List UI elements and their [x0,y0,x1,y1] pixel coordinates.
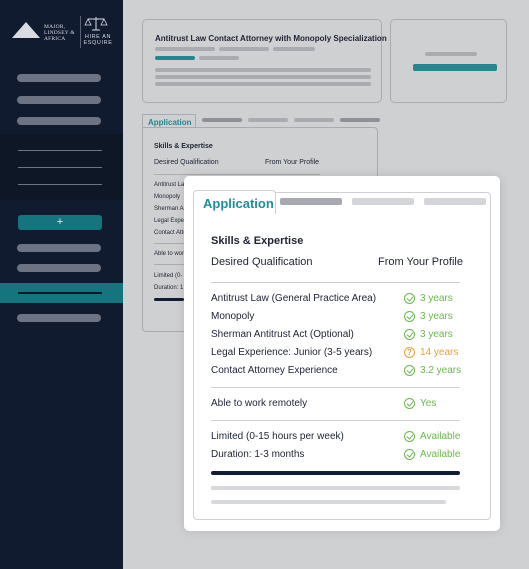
placeholder-line [155,75,371,79]
sidebar: MAJOR, LINDSEY & AFRICA HIRE AN ESQUIRE … [0,0,123,569]
sidebar-subitem-1[interactable] [18,150,102,151]
bg-tab-3[interactable] [248,118,288,122]
placeholder-line [273,47,315,51]
sidebar-subitem-3[interactable] [18,184,102,185]
sidebar-item-5[interactable] [17,264,101,272]
check-circle-icon [404,431,415,442]
background-tabs: Application [142,114,380,128]
add-button[interactable]: + [18,215,102,230]
sidebar-submenu [0,134,123,200]
skill-label: Monopoly [211,311,255,322]
question-circle-icon: ? [404,347,415,358]
bg-col-profile: From Your Profile [265,159,320,166]
skill-value-text: 3 years [420,293,453,304]
section-title: Skills & Expertise [211,235,304,247]
availability-value: Available [404,431,460,442]
bg-row: Contact Atto [154,230,187,236]
skill-value-text: 3 years [420,329,453,340]
firm-name: MAJOR, LINDSEY & AFRICA [44,24,75,42]
skill-label: Sherman Antitrust Act (Optional) [211,329,354,340]
bg-tab-application[interactable]: Application [142,114,196,128]
remote-value-text: Yes [420,398,437,409]
skill-value-text: 3 years [420,311,453,322]
placeholder-line [211,500,446,504]
bg-row: Able to wor [154,251,185,257]
col-from-your-profile: From Your Profile [378,256,463,268]
skill-value: ? 14 years [404,347,458,358]
skill-label: Antitrust Law (General Practice Area) [211,293,377,304]
placeholder-line [211,486,460,490]
placeholder-line [155,82,371,86]
application-modal: Application Skills & Expertise Desired Q… [184,176,500,531]
bg-col-desired: Desired Qualification [154,159,219,166]
bg-tab-5[interactable] [340,118,380,122]
bg-row: Limited (0- [154,273,183,279]
scales-of-justice-icon [84,17,108,31]
bg-divider [154,174,320,175]
availability-label: Limited (0-15 hours per week) [211,431,344,442]
skill-label: Legal Experience: Junior (3-5 years) [211,347,373,358]
progress-bar [211,471,460,475]
placeholder-line [155,68,371,72]
sidebar-item-active[interactable] [0,283,123,303]
check-circle-icon [404,329,415,340]
header-divider [211,282,460,283]
placeholder-line [199,56,239,60]
remote-label: Able to work remotely [211,398,308,409]
sidebar-item-6[interactable] [17,314,101,322]
job-tag [155,56,195,60]
placeholder-line [155,47,215,51]
skill-value: 3 years [404,293,453,304]
bg-row: Sherman Ac [154,206,187,212]
brand-logo[interactable]: MAJOR, LINDSEY & AFRICA HIRE AN ESQUIRE [12,14,112,50]
job-card[interactable]: Antitrust Law Contact Attorney with Mono… [142,19,387,103]
check-circle-icon [404,398,415,409]
apply-card [390,19,507,103]
section-divider [211,420,460,421]
bg-row: Duration: 1 [154,285,184,291]
section-divider [211,387,460,388]
apply-button[interactable] [413,64,497,71]
skill-value: 3 years [404,311,453,322]
bg-tab-4[interactable] [294,118,334,122]
check-circle-icon [404,365,415,376]
remote-value: Yes [404,398,436,409]
skill-value-text: 14 years [420,347,459,358]
availability-label: Duration: 1-3 months [211,449,305,460]
check-circle-icon [404,449,415,460]
check-circle-icon [404,311,415,322]
job-title: Antitrust Law Contact Attorney with Mono… [155,34,387,43]
tab-application[interactable]: Application [193,190,276,214]
bg-divider [154,243,184,244]
availability-value: Available [404,449,460,460]
bg-row: Monopoly [154,194,181,200]
logo-tagline: HIRE AN ESQUIRE [83,34,113,46]
check-circle-icon [404,293,415,304]
bg-row: Antitrust La [154,182,185,188]
availability-value-text: Available [420,449,461,460]
availability-value-text: Available [420,431,461,442]
placeholder-line [425,52,477,56]
sidebar-subitem-2[interactable] [18,167,102,168]
bg-progress-bar [154,298,184,301]
active-indicator [18,292,102,294]
bg-tab-2[interactable] [202,118,242,122]
sidebar-item-1[interactable] [17,74,101,82]
col-desired-qualification: Desired Qualification [211,256,313,268]
skill-label: Contact Attorney Experience [211,365,338,376]
skill-value: 3 years [404,329,453,340]
mountain-logo-icon [12,22,40,38]
sidebar-item-4[interactable] [17,244,101,252]
sidebar-item-3[interactable] [17,117,101,125]
bg-row: Legal Expe [154,218,185,224]
sidebar-item-2[interactable] [17,96,101,104]
skill-value: 3.2 years [404,365,461,376]
bg-divider [154,264,184,265]
bg-section-title: Skills & Expertise [154,143,213,150]
placeholder-line [219,47,269,51]
skill-value-text: 3.2 years [420,365,462,376]
